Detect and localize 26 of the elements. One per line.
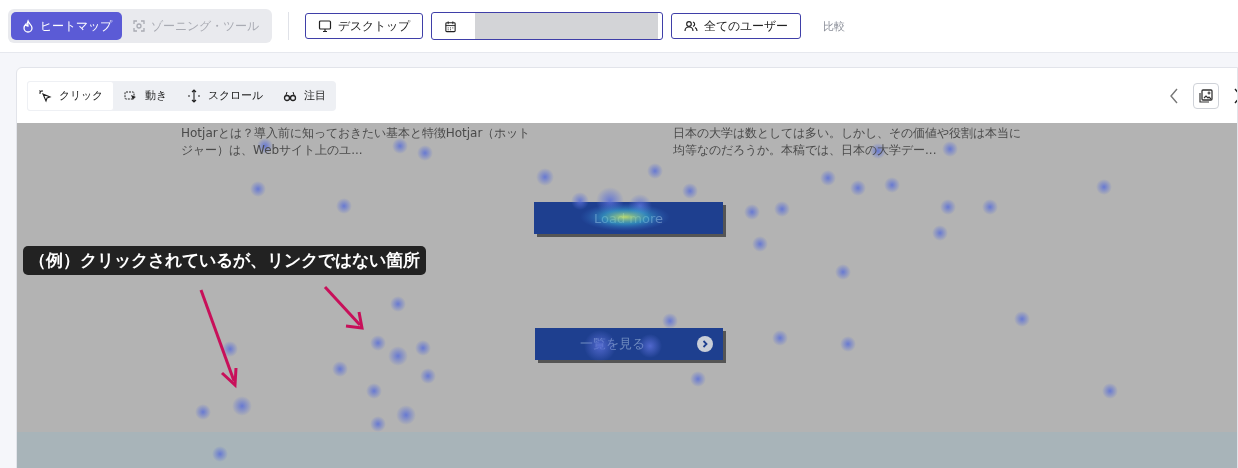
flame-icon [21,19,35,33]
date-range-field[interactable] [431,12,663,40]
chevron-circle-icon [697,336,713,352]
audience-button[interactable]: 全てのユーザー [671,13,801,39]
article-excerpt: Hotjarとは？導入前に知っておきたい基本と特徴Hotjar（ホット ジャー）は、Webサイト上のユ... [181,125,531,159]
cursor-click-icon [38,88,52,103]
view-tab[interactable]: 動き [114,80,177,111]
arrow-icon [323,286,364,330]
annotation-label: （例）クリックされているが、リンクではない箇所 [23,246,426,275]
device-button[interactable]: デスクトップ [305,13,423,39]
calendar-icon [444,19,457,33]
view-tab[interactable]: クリック [27,80,114,111]
article-excerpt: 日本の大学は数としては多い。しかし、その価値や役割は本当に 均等なのだろうか。本稿では、日本の大学デー... [673,125,1021,159]
screenshot-add-button[interactable] [1193,82,1219,109]
chevron-left-icon[interactable] [1169,87,1179,104]
monitor-icon [318,19,332,33]
focus-frame-icon [132,19,146,33]
image-add-icon [1198,87,1214,104]
users-icon [684,19,698,33]
view-tab[interactable]: スクロール [177,80,273,111]
arrow-icon [199,289,238,389]
scroll-icon [187,88,201,103]
compare-link[interactable]: 比較 [823,18,845,34]
mode-tab[interactable]: ヒートマップ [11,12,122,40]
view-tab[interactable]: 注目 [273,80,336,111]
mouse-move-icon [124,88,138,103]
